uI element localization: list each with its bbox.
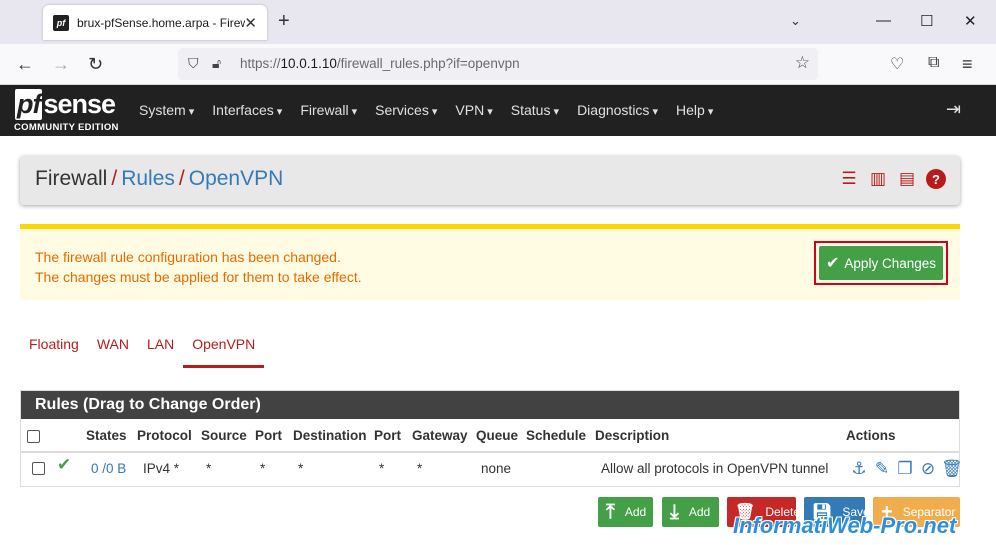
arrow-down-icon: ⤓ [670,500,679,523]
col-schedule[interactable]: Schedule [526,428,586,443]
pfsense-favicon-icon: pf [53,14,69,31]
select-all-checkbox[interactable] [27,430,40,443]
pocket-icon[interactable]: ♡ [890,54,904,74]
address-bar[interactable]: ⛉ 🔓︎ https://10.0.1.10/firewall_rules.ph… [178,48,818,80]
rules-panel: Rules (Drag to Change Order) States Prot… [20,390,963,487]
close-window-icon[interactable]: ✕ [964,12,977,30]
list-icon[interactable]: ▤ [897,169,917,189]
trash-icon[interactable]: 🗑︎ [941,459,963,479]
tab-list-chevron-icon[interactable]: ⌄ [790,13,801,29]
breadcrumb-icons: ☰ ▥ ▤ ? [839,169,946,189]
shield-icon[interactable]: ⛉ [188,55,199,72]
alert-line-1: The firewall rule configuration has been… [35,249,341,265]
maximize-icon[interactable]: ☐ [920,12,933,30]
breadcrumb-firewall: Firewall [35,167,108,190]
browser-navbar: ← → ↻ ⛉ 🔓︎ https://10.0.1.10/firewall_ru… [0,44,996,85]
row-checkbox[interactable] [32,462,45,475]
tab-wan[interactable]: WAN [88,334,138,368]
apply-changes-button[interactable]: ✔ Apply Changes [819,246,943,280]
col-protocol[interactable]: Protocol [137,428,192,443]
breadcrumb-rules[interactable]: Rules [121,167,175,190]
col-actions: Actions [846,428,896,443]
logo-pf: pf [15,89,43,120]
col-description[interactable]: Description [595,428,669,443]
row-destination: * [298,461,304,476]
close-tab-icon[interactable]: ✕ [244,14,257,32]
anchor-icon[interactable]: ⚓︎ [849,459,869,479]
extensions-icon[interactable]: ⧉ [928,54,939,72]
alert-line-2: The changes must be applied for them to … [35,269,362,285]
menu-services[interactable]: Services [375,102,437,118]
watermark: InformatiWeb-Pro.net [733,513,957,538]
row-actions: ⚓︎ ✎ ❐ ⊘ 🗑︎ [849,459,963,479]
breadcrumb-panel: Firewall / Rules / OpenVPN ☰ ▥ ▤ ? [20,156,960,205]
apply-changes-label: Apply Changes [844,255,936,271]
row-description: Allow all protocols in OpenVPN tunnel [601,461,829,476]
rules-panel-title: Rules (Drag to Change Order) [21,391,959,419]
col-source[interactable]: Source [201,428,247,443]
copy-icon[interactable]: ❐ [895,459,915,479]
pfsense-logo[interactable]: pf sense COMMUNITY EDITION [14,89,124,133]
menu-system[interactable]: System [139,102,194,118]
config-changed-alert: The firewall rule configuration has been… [20,224,960,300]
edit-pencil-icon[interactable]: ✎ [872,459,892,479]
row-source-port: * [260,461,266,476]
bookmark-star-icon[interactable]: ☆ [795,53,810,73]
logo-sense: sense [43,89,116,119]
menu-diagnostics[interactable]: Diagnostics [577,102,658,118]
breadcrumb-openvpn[interactable]: OpenVPN [189,167,284,190]
disable-icon[interactable]: ⊘ [918,459,938,479]
reload-icon[interactable]: ↻ [88,54,103,75]
col-gateway[interactable]: Gateway [412,428,468,443]
col-queue[interactable]: Queue [476,428,518,443]
arrow-up-icon: ⤒ [606,500,615,523]
rule-enabled-check-icon: ✔ [57,455,72,474]
tab-lan[interactable]: LAN [138,334,183,368]
help-icon[interactable]: ? [926,169,946,189]
row-queue: none [481,461,512,476]
logout-icon[interactable]: ⇥ [946,99,961,120]
col-states[interactable]: States [86,428,127,443]
bar-chart-icon[interactable]: ▥ [868,169,888,189]
tab-title: brux-pfSense.home.arpa - Firewall: Rules… [77,15,245,30]
browser-tabstrip: pf brux-pfSense.home.arpa - Firewall: Ru… [0,0,996,44]
col-port[interactable]: Port [255,428,282,443]
col-destination[interactable]: Destination [293,428,367,443]
lock-warning-icon[interactable]: 🔓︎ [212,55,221,72]
add-rule-top-button[interactable]: ⤒ Add [598,497,653,527]
row-dest-port: * [379,461,385,476]
menu-vpn[interactable]: VPN [455,102,492,118]
browser-tab[interactable]: pf brux-pfSense.home.arpa - Firewall: Ru… [43,5,267,40]
checkmark-icon: ✔ [826,255,840,272]
new-tab-icon[interactable]: + [278,10,290,33]
row-source: * [206,461,212,476]
add-rule-bottom-button[interactable]: ⤓ Add [662,497,719,527]
url-text[interactable]: https://10.0.1.10/firewall_rules.php?if=… [240,56,520,71]
menu-interfaces[interactable]: Interfaces [212,102,282,118]
menu-status[interactable]: Status [511,102,559,118]
tab-openvpn[interactable]: OpenVPN [183,334,265,368]
row-protocol: IPv4 * [143,461,180,476]
hamburger-menu-icon[interactable]: ≡ [962,54,973,75]
tab-floating[interactable]: Floating [20,334,88,368]
breadcrumb: Firewall / Rules / OpenVPN [35,167,284,190]
forward-arrow-icon[interactable]: → [52,54,70,75]
menu-firewall[interactable]: Firewall [300,102,357,118]
interface-tabs: Floating WAN LAN OpenVPN [20,334,265,370]
pfsense-navbar: pfsense COMMUNITY EDITION System Interfa… [0,85,996,136]
sliders-icon[interactable]: ☰ [839,169,859,189]
row-gateway: * [417,461,423,476]
minimize-icon[interactable]: — [876,12,891,29]
main-menu: System Interfaces Firewall Services VPN … [139,102,713,118]
alert-message: The firewall rule configuration has been… [35,247,362,287]
rules-table: States Protocol Source Port Destination … [21,419,963,486]
col-dest-port[interactable]: Port [374,428,401,443]
back-arrow-icon[interactable]: ← [16,54,34,75]
row-states[interactable]: 0 /0 B [91,461,126,476]
apply-changes-highlight: ✔ Apply Changes [814,241,948,285]
logo-edition: COMMUNITY EDITION [14,122,119,133]
menu-help[interactable]: Help [676,102,713,118]
